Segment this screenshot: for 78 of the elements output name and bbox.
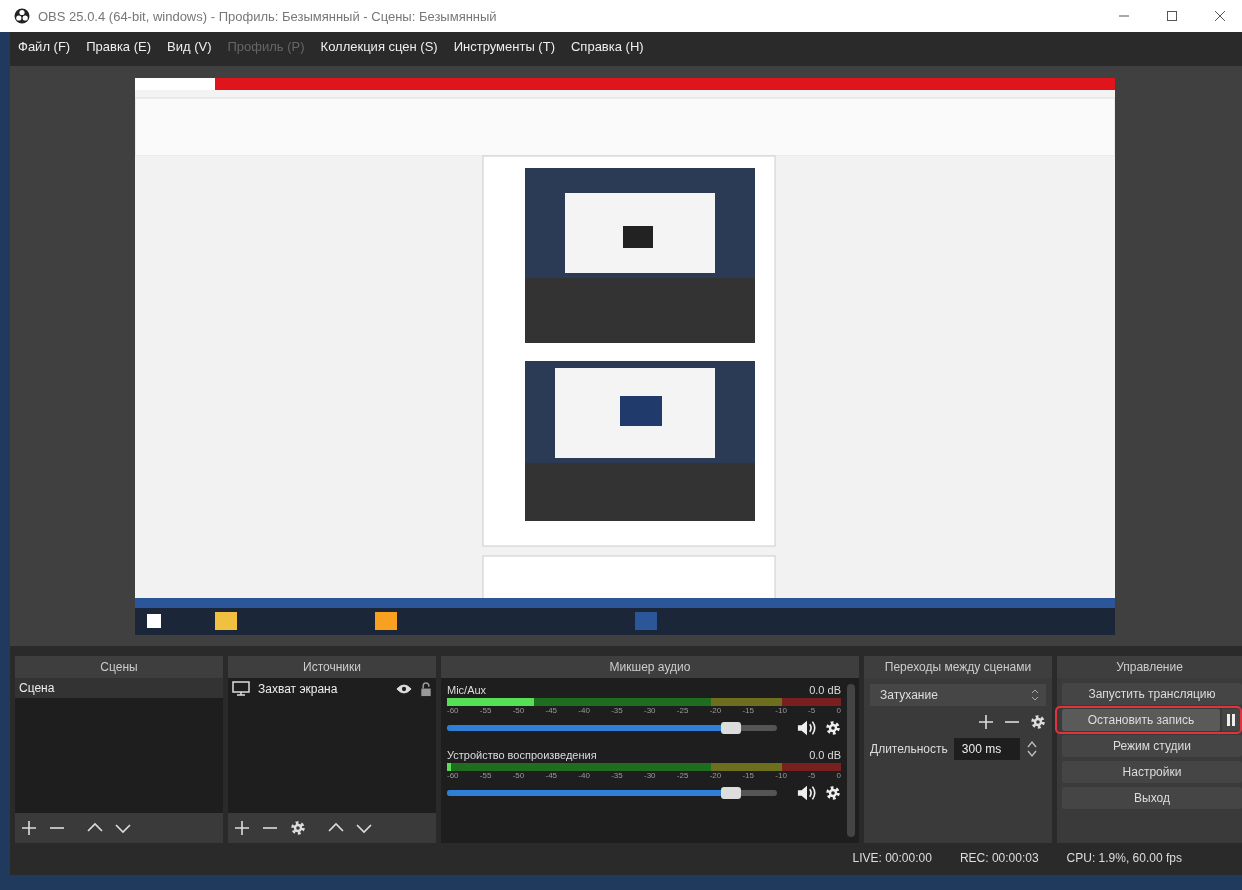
scale-label: -25 <box>676 706 689 715</box>
scale-label: -20 <box>709 771 722 780</box>
volume-reading: 0.0 dB <box>809 749 841 761</box>
spinner-arrows-icon[interactable] <box>1025 739 1038 759</box>
scale-label: -15 <box>742 771 754 780</box>
status-text: REC: 00:00:03 <box>959 851 1039 865</box>
menu-item[interactable]: Файл (F) <box>18 38 71 54</box>
duration-field[interactable]: 300 ms <box>953 738 1020 760</box>
scale-label: -35 <box>611 706 623 715</box>
add-icon[interactable] <box>234 820 250 836</box>
scale-label: -10 <box>775 706 787 715</box>
scale-label: -50 <box>512 706 525 715</box>
lock-icon[interactable] <box>420 681 432 697</box>
scale-label: -10 <box>775 771 787 780</box>
scale-label: -20 <box>709 706 722 715</box>
app-logo-icon <box>14 8 30 24</box>
scale-label: 0 <box>836 706 841 715</box>
add-icon[interactable] <box>21 820 37 836</box>
dock-header: Источники <box>228 656 436 678</box>
pause-button[interactable] <box>1222 709 1240 731</box>
scale-label: -35 <box>611 771 623 780</box>
scale-label: -40 <box>578 771 590 780</box>
menu-item[interactable]: Правка (E) <box>86 38 152 54</box>
scrollbar[interactable] <box>847 684 855 837</box>
maximize-icon[interactable] <box>1166 10 1178 22</box>
source-name: Захват экрана <box>258 682 339 696</box>
volume-reading: 0.0 dB <box>809 684 841 696</box>
scale-label: -45 <box>545 771 558 780</box>
volume-slider[interactable] <box>447 790 777 796</box>
transition-select[interactable]: Затухание <box>870 684 1046 706</box>
status-text: LIVE: 00:00:00 <box>852 851 932 865</box>
speaker-icon[interactable] <box>797 719 817 737</box>
scale-label: -45 <box>545 706 558 715</box>
dock-header: Микшер аудио <box>441 656 859 678</box>
eye-icon[interactable] <box>396 683 412 695</box>
channel-name: Устройство воспроизведения <box>447 749 597 761</box>
control-button[interactable]: Выход <box>1062 787 1242 809</box>
add-icon[interactable] <box>978 714 994 730</box>
settings-icon[interactable] <box>290 820 306 836</box>
control-button[interactable]: Режим студии <box>1062 735 1242 757</box>
settings-icon[interactable] <box>825 720 841 736</box>
pause-icon <box>1226 713 1236 727</box>
scale-label: -15 <box>742 706 754 715</box>
dock-header: Переходы между сценами <box>864 656 1052 678</box>
menu-item[interactable]: Коллекция сцен (S) <box>320 38 438 54</box>
control-button[interactable]: Остановить запись <box>1062 709 1220 731</box>
speaker-icon[interactable] <box>797 784 817 802</box>
scale-label: 0 <box>836 771 841 780</box>
scale-label: -60 <box>447 706 459 715</box>
scale-label: -60 <box>447 771 459 780</box>
control-button[interactable]: Запустить трансляцию <box>1062 683 1242 705</box>
duration-label: Длительность <box>870 742 948 756</box>
settings-icon[interactable] <box>1030 714 1046 730</box>
monitor-icon <box>232 681 250 697</box>
dock-header: Сцены <box>15 656 223 678</box>
dock-header: Управление <box>1057 656 1242 678</box>
close-icon[interactable] <box>1214 10 1226 22</box>
scale-label: -55 <box>479 706 492 715</box>
scale-label: -30 <box>643 771 656 780</box>
status-text: CPU: 1.9%, 60.00 fps <box>1066 851 1182 865</box>
scale-label: -50 <box>512 771 525 780</box>
scale-label: -5 <box>808 771 816 780</box>
scale-label: -25 <box>676 771 689 780</box>
channel-name: Mic/Aux <box>447 684 487 696</box>
menu-item[interactable]: Справка (H) <box>570 38 644 54</box>
control-button[interactable]: Настройки <box>1062 761 1242 783</box>
spinner-arrows-icon <box>1030 687 1040 703</box>
menu-item[interactable]: Инструменты (T) <box>453 38 555 54</box>
menu-item[interactable]: Вид (V) <box>167 38 212 54</box>
scale-label: -30 <box>643 706 656 715</box>
settings-icon[interactable] <box>825 785 841 801</box>
scale-label: -40 <box>578 706 590 715</box>
volume-slider[interactable] <box>447 725 777 731</box>
scale-label: -55 <box>479 771 492 780</box>
scale-label: -5 <box>808 706 816 715</box>
source-row[interactable]: Захват экрана <box>228 678 436 700</box>
scene-item[interactable]: Сцена <box>15 678 223 698</box>
window-title: OBS 25.0.4 (64-bit, windows) - Профиль: Безымянный - Сцены: Безымянный <box>38 8 498 24</box>
